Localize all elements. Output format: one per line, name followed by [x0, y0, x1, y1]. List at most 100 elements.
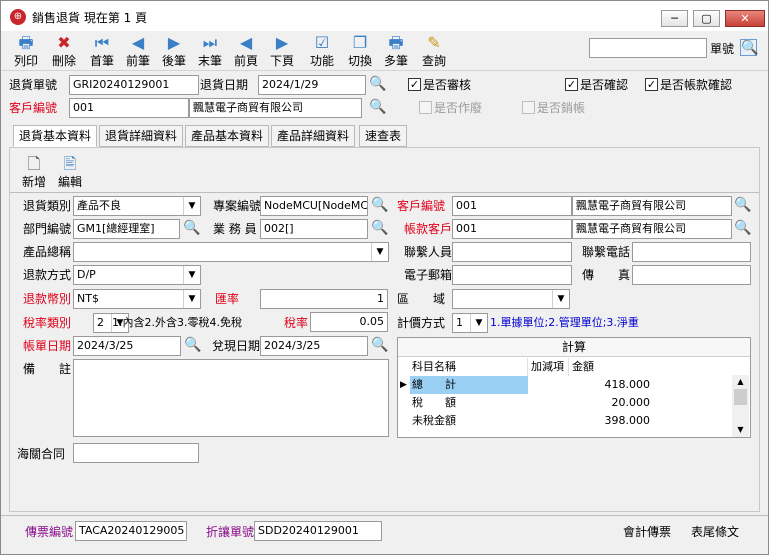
tab-return-basic[interactable]: 退貨基本資料	[13, 125, 97, 147]
calc-scrollbar[interactable]: ▲ ▼	[732, 375, 749, 437]
scroll-up-icon[interactable]: ▲	[732, 375, 749, 389]
return-type-select[interactable]: 產品不良 ▼	[73, 196, 201, 216]
row-pointer-icon: ▶	[400, 380, 407, 390]
customer-name-field[interactable]: 飄慧電子商貿有限公司	[189, 98, 362, 118]
panel-divider	[10, 192, 759, 193]
tab-product-basic[interactable]: 產品基本資料	[185, 125, 269, 147]
multi-record-button[interactable]: 🖶 多筆	[377, 32, 415, 70]
ar-cust-code-field[interactable]: 001	[452, 219, 572, 239]
query-button[interactable]: ✎ 查詢	[415, 32, 453, 70]
add-button[interactable]: 🗋 新增	[15, 153, 53, 191]
refund-select[interactable]: D/P ▼	[73, 265, 201, 285]
ar-confirmed-checkbox[interactable]: ✓	[645, 78, 658, 91]
cust-code-field[interactable]: 001	[452, 196, 572, 216]
rate-label: 匯率	[215, 292, 240, 306]
contact-label: 聯繫人員	[404, 245, 453, 259]
tab-return-detail[interactable]: 退貨詳細資料	[99, 125, 183, 147]
ar-date-field[interactable]: 2024/3/25	[73, 336, 181, 356]
dept-field[interactable]: GM1[總經理室]	[73, 219, 180, 239]
tab-product-detail[interactable]: 產品詳細資料	[271, 125, 355, 147]
next-record-button[interactable]: ▶ 後筆	[155, 32, 193, 70]
end-text-link[interactable]: 表尾條文	[691, 524, 739, 540]
closed-checkbox[interactable]	[522, 101, 535, 114]
next-page-button[interactable]: ▶ 下頁	[263, 32, 301, 70]
currency-select[interactable]: NT$ ▼	[73, 289, 201, 309]
calc-row-name[interactable]: 總 計	[410, 376, 528, 394]
audited-checkbox[interactable]: ✓	[408, 78, 421, 91]
last-record-button[interactable]: ⏭ 末筆	[191, 32, 229, 70]
voided-checkbox[interactable]	[419, 101, 432, 114]
calc-row-name[interactable]: 未稅金額	[410, 412, 528, 430]
maximize-button[interactable]: ▢	[693, 10, 720, 27]
function-button[interactable]: ☑ 功能	[303, 32, 341, 70]
fax-field[interactable]	[632, 265, 751, 285]
calc-row-amount[interactable]: 398.000	[572, 412, 651, 430]
return-date-field[interactable]: 2024/1/29	[258, 75, 366, 95]
customs-field[interactable]	[73, 443, 199, 463]
scroll-thumb[interactable]	[734, 389, 747, 405]
dept-label: 部門編號	[23, 222, 72, 236]
chevron-down-icon: ▼	[470, 314, 487, 332]
product-select[interactable]: ▼	[73, 242, 389, 262]
main-window: ⊕ 銷售退貨 現在第 1 頁 ─ ▢ ✕ 🖶 列印 ✖ 刪除 ⏮ 首筆 ◀ 前筆 ▶ 後筆…	[0, 0, 769, 555]
customer-search-icon[interactable]: 🔍	[369, 99, 386, 116]
first-record-button[interactable]: ⏮ 首筆	[83, 32, 121, 70]
calc-col-amount: 金額	[572, 360, 594, 373]
audited-label: 是否審核	[423, 78, 472, 92]
confirmed-checkbox[interactable]: ✓	[565, 78, 578, 91]
delete-button[interactable]: ✖ 刪除	[45, 32, 83, 70]
doc-search-input[interactable]	[589, 38, 707, 58]
prev-record-button[interactable]: ◀ 前筆	[119, 32, 157, 70]
price-method-select[interactable]: 1 ▼	[452, 313, 488, 333]
sales-field[interactable]: 002[]	[260, 219, 368, 239]
calc-grid: 計算 科目名稱 加減項 金額 ▶ 總 計 418.000 稅 額 20.000 …	[397, 337, 751, 438]
ar-cust-search-icon[interactable]: 🔍	[734, 220, 751, 237]
note-label: 備 註	[23, 362, 72, 376]
ar-date-search-icon[interactable]: 🔍	[184, 337, 201, 354]
phone-field[interactable]	[632, 242, 751, 262]
tab-quick-lookup[interactable]: 速查表	[359, 125, 407, 147]
sales-search-icon[interactable]: 🔍	[371, 220, 388, 237]
return-date-search-icon[interactable]: 🔍	[369, 76, 386, 93]
cash-date-search-icon[interactable]: 🔍	[371, 337, 388, 354]
voucher-field[interactable]: TACA20240129005	[75, 521, 187, 541]
accounting-voucher-link[interactable]: 會計傳票	[623, 524, 671, 540]
prev-page-button[interactable]: ◀ 前頁	[227, 32, 265, 70]
region-select[interactable]: ▼	[452, 289, 570, 309]
rate-field[interactable]: 1	[260, 289, 388, 309]
project-search-icon[interactable]: 🔍	[371, 197, 388, 214]
ar-confirmed-label: 是否帳款確認	[660, 78, 733, 92]
cash-date-field[interactable]: 2024/3/25	[260, 336, 368, 356]
cust-name-field[interactable]: 飄慧電子商貿有限公司	[572, 196, 732, 216]
return-no-field[interactable]: GRI20240129001	[69, 75, 199, 95]
edit-button[interactable]: 🖹 編輯	[51, 153, 89, 191]
contact-field[interactable]	[452, 242, 572, 262]
email-field[interactable]	[452, 265, 572, 285]
cust-search-icon[interactable]: 🔍	[734, 197, 751, 214]
calc-row-amount[interactable]: 20.000	[572, 394, 651, 412]
closed-label: 是否銷帳	[537, 101, 586, 115]
calc-row-amount[interactable]: 418.000	[572, 376, 651, 394]
doc-search-icon[interactable]: 🔍	[740, 39, 758, 56]
discount-field[interactable]: SDD20240129001	[254, 521, 382, 541]
print-button[interactable]: 🖶 列印	[7, 32, 45, 70]
scroll-down-icon[interactable]: ▼	[732, 423, 749, 437]
calc-row-op[interactable]	[531, 394, 569, 412]
calc-row-op[interactable]	[531, 412, 569, 430]
ar-cust-name-field[interactable]: 飄慧電子商貿有限公司	[572, 219, 732, 239]
customer-code-field[interactable]: 001	[69, 98, 189, 118]
title-bar: ⊕ 銷售退貨 現在第 1 頁 ─ ▢ ✕	[1, 1, 768, 31]
chevron-down-icon: ▼	[552, 290, 569, 308]
note-field[interactable]	[73, 359, 389, 437]
dept-search-icon[interactable]: 🔍	[183, 220, 200, 237]
calc-row-name[interactable]: 稅 額	[410, 394, 528, 412]
tax-rate-field[interactable]: 0.05	[310, 312, 388, 332]
prev-page-icon: ◀	[239, 33, 253, 52]
switch-button[interactable]: ❐ 切換	[341, 32, 379, 70]
cust-code-label: 客戶編號	[397, 199, 446, 213]
calc-row-op[interactable]	[531, 376, 569, 394]
project-field[interactable]: NodeMCU[NodeMCU開	[260, 196, 368, 216]
minimize-button[interactable]: ─	[661, 10, 688, 27]
chevron-down-icon: ▼	[183, 197, 200, 215]
close-button[interactable]: ✕	[725, 10, 765, 27]
